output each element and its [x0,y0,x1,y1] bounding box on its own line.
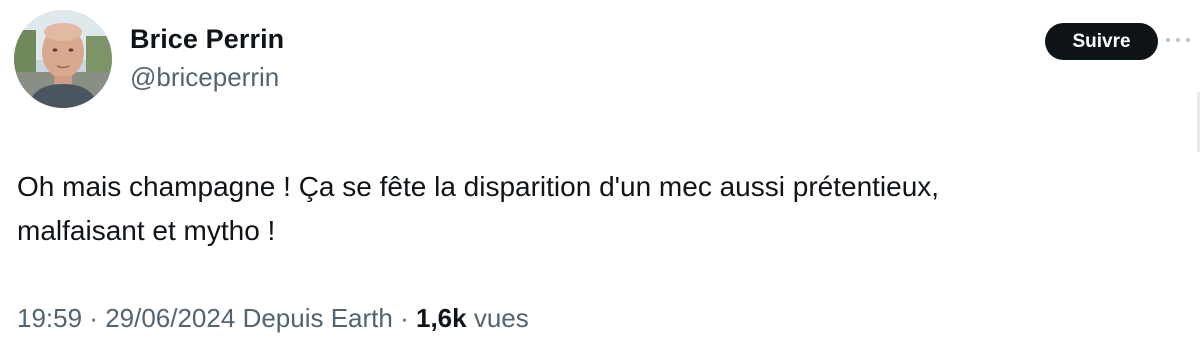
tweet-date[interactable]: 29/06/2024 [105,303,235,333]
views-label: vues [473,303,529,333]
author-handle[interactable]: @briceperrin [130,59,284,95]
profile-photo [14,10,112,108]
tweet-source: Depuis Earth [242,303,393,333]
separator-dot: · [82,303,106,333]
author-block: Brice Perrin @briceperrin [130,22,284,95]
tweet-time[interactable]: 19:59 [17,303,82,333]
author-display-name[interactable]: Brice Perrin [130,22,284,56]
follow-button[interactable]: Suivre [1045,23,1158,60]
views-count: 1,6k [415,303,467,333]
avatar[interactable] [14,10,112,108]
tweet-card: Brice Perrin @briceperrin Suivre Oh mais… [0,0,1200,345]
tweet-text: Oh mais champagne ! Ça se fête la dispar… [17,171,940,246]
ellipsis-horizontal-icon[interactable] [1166,31,1190,49]
tweet-metadata: 19:59 · 29/06/2024 Depuis Earth · 1,6k v… [17,299,529,337]
separator-dot: · [392,303,416,333]
